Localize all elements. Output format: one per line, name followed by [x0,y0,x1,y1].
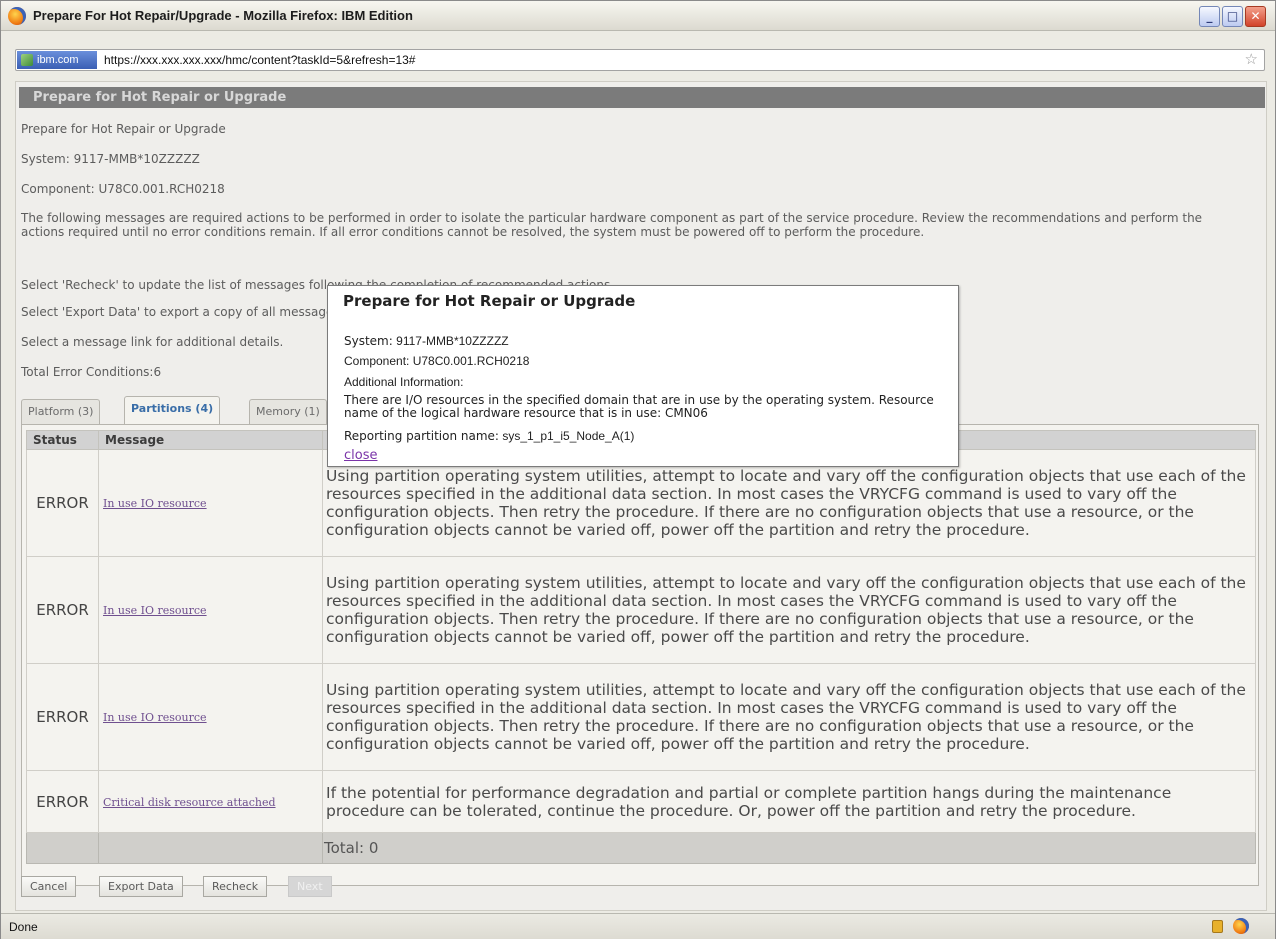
export-hint: Select 'Export Data' to export a copy of… [21,305,344,319]
page-subtitle: Prepare for Hot Repair or Upgrade [21,122,226,136]
firefox-icon [8,7,26,25]
recommendation-cell: Using partition operating system utiliti… [322,556,1256,664]
table-row: ERROR In use IO resource Using partition… [26,556,1256,664]
message-link[interactable]: Critical disk resource attached [103,796,276,809]
messages-table: Status Message ERROR In use IO resource … [26,430,1256,864]
popup-system-label: System: [344,334,393,348]
status-text: Done [9,920,38,934]
site-icon [21,54,33,66]
close-window-button[interactable]: ✕ [1245,6,1266,27]
messages-table-panel: Status Message ERROR In use IO resource … [21,424,1259,886]
popup-system: System: 9117-MMB*10ZZZZZ [344,334,509,348]
export-data-button[interactable]: Export Data [99,876,183,897]
recommendation-cell: Using partition operating system utiliti… [322,663,1256,771]
table-row: ERROR In use IO resource Using partition… [26,663,1256,771]
firefox-status-icon [1233,918,1249,934]
popup-close-link[interactable]: close [344,448,377,463]
table-row: ERROR Critical disk resource attached If… [26,770,1256,833]
message-cell: In use IO resource [98,449,323,557]
site-badge-label: ibm.com [37,54,79,66]
minimize-button[interactable]: _ [1199,6,1220,27]
page-heading: Prepare for Hot Repair or Upgrade [19,87,1265,108]
tab-platform[interactable]: Platform (3) [21,399,101,424]
footer-spacer [98,832,323,864]
page-content: Prepare for Hot Repair or Upgrade Prepar… [15,81,1267,911]
message-cell: Critical disk resource attached [98,770,323,833]
message-cell: In use IO resource [98,663,323,771]
message-link[interactable]: In use IO resource [103,711,207,724]
status-cell: ERROR [26,663,99,771]
details-popup: Prepare for Hot Repair or Upgrade System… [327,285,959,467]
table-footer: Total: 0 [26,832,1256,864]
link-hint: Select a message link for additional det… [21,335,284,349]
table-total: Total: 0 [322,832,1256,864]
recheck-button[interactable]: Recheck [203,876,268,897]
browser-window: Prepare For Hot Repair/Upgrade - Mozilla… [0,0,1276,939]
address-bar[interactable]: ibm.com https://xxx.xxx.xxx.xxx/hmc/cont… [15,49,1265,71]
popup-component: Component: U78C0.001.RCH0218 [344,354,530,368]
instructions-text: The following messages are required acti… [21,211,1203,239]
footer-spacer [26,832,99,864]
popup-additional-label: Additional Information: [344,375,464,389]
message-link[interactable]: In use IO resource [103,497,207,510]
popup-title: Prepare for Hot Repair or Upgrade [343,292,636,310]
tab-memory[interactable]: Memory (1) [249,399,327,424]
popup-system-value: 9117-MMB*10ZZZZZ [396,334,509,348]
status-cell: ERROR [26,449,99,557]
popup-info: There are I/O resources in the specified… [344,393,934,420]
popup-partition: Reporting partition name: sys_1_p1_i5_No… [344,429,634,443]
recommendation-cell: If the potential for performance degrada… [322,770,1256,833]
window-title: Prepare For Hot Repair/Upgrade - Mozilla… [33,8,413,23]
popup-partition-label: Reporting partition name: [344,429,499,443]
status-bar: Done [1,913,1275,939]
lock-icon[interactable] [1212,920,1223,933]
component-label: Component: U78C0.001.RCH0218 [21,182,225,196]
bookmark-star-icon[interactable]: ☆ [1245,50,1258,68]
message-cell: In use IO resource [98,556,323,664]
url-text[interactable]: https://xxx.xxx.xxx.xxx/hmc/content?task… [104,53,415,67]
next-button[interactable]: Next [288,876,332,897]
column-header-message[interactable]: Message [98,430,323,450]
message-link[interactable]: In use IO resource [103,604,207,617]
maximize-button[interactable]: □ [1222,6,1243,27]
tab-partitions[interactable]: Partitions (4) [124,396,221,425]
status-cell: ERROR [26,556,99,664]
column-header-status[interactable]: Status [26,430,99,450]
status-cell: ERROR [26,770,99,833]
popup-partition-value: sys_1_p1_i5_Node_A(1) [502,429,635,443]
cancel-button[interactable]: Cancel [21,876,77,897]
site-identity-badge[interactable]: ibm.com [17,51,97,69]
total-errors: Total Error Conditions:6 [21,365,162,379]
system-label: System: 9117-MMB*10ZZZZZ [21,152,200,166]
title-bar: Prepare For Hot Repair/Upgrade - Mozilla… [1,1,1275,31]
